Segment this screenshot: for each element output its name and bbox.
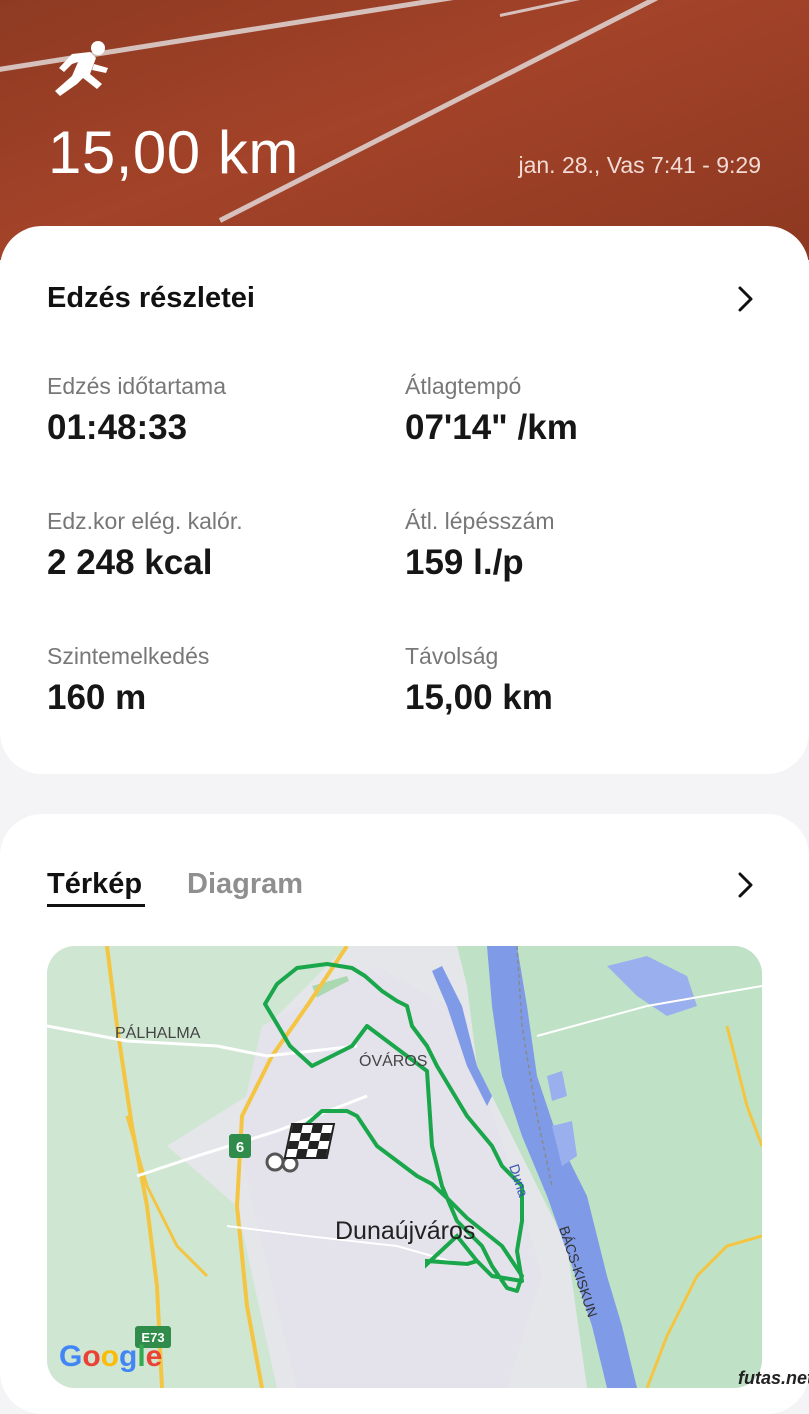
workout-datetime: jan. 28., Vas 7:41 - 9:29 (518, 152, 761, 178)
distance-value: 15,00 km (405, 678, 553, 717)
map-label-ovaros: ÓVÁROS (359, 1051, 427, 1070)
total-distance: 15,00 km (48, 119, 299, 186)
avg-pace-value: 07'14" /km (405, 408, 578, 447)
road-badge-6: 6 (236, 1139, 244, 1156)
tab-map[interactable]: Térkép (47, 868, 142, 901)
finish-flag-icon (283, 1123, 336, 1159)
avg-pace-label: Átlagtempó (405, 373, 522, 399)
cadence-value: 159 l./p (405, 543, 524, 582)
chevron-right-icon[interactable] (735, 870, 757, 900)
start-marker (265, 1152, 285, 1172)
details-title: Edzés részletei (47, 282, 255, 314)
elevation-label: Szintemelkedés (47, 643, 210, 669)
elevation-value: 160 m (47, 678, 147, 717)
distance-label: Távolság (405, 643, 499, 669)
workout-header: 15,00 km jan. 28., Vas 7:41 - 9:29 (0, 0, 809, 260)
cadence-label: Átl. lépésszám (405, 508, 555, 534)
site-watermark: futas.net (738, 1368, 809, 1388)
start-marker-2 (281, 1155, 299, 1173)
duration-value: 01:48:33 (47, 408, 188, 447)
chevron-right-icon[interactable] (735, 284, 757, 314)
calories-label: Edz.kor elég. kalór. (47, 508, 243, 534)
calories-value: 2 248 kcal (47, 543, 213, 582)
duration-label: Edzés időtartama (47, 373, 226, 399)
route-map[interactable]: 6 E73 PÁLHALMA ÓVÁROS Dunaújváros Duna B… (47, 946, 762, 1388)
active-tab-indicator (47, 904, 145, 907)
tab-diagram[interactable]: Diagram (187, 868, 303, 901)
google-logo: Google (59, 1340, 162, 1373)
map-label-palhalma: PÁLHALMA (115, 1023, 201, 1042)
map-label-city: Dunaújváros (335, 1217, 475, 1245)
running-icon (55, 41, 108, 96)
track-lane-line (499, 0, 809, 17)
track-lane-line (218, 0, 809, 223)
